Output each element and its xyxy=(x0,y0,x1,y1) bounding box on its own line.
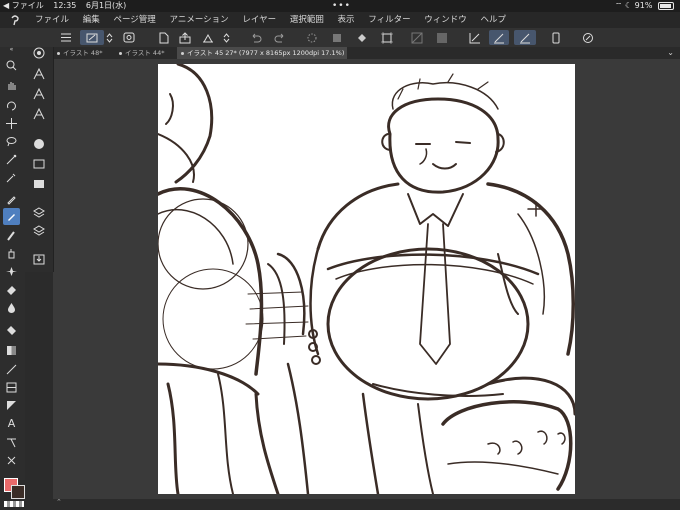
tab-close-icon[interactable] xyxy=(119,52,122,55)
transform-icon[interactable] xyxy=(378,30,396,45)
sub-tool-palette xyxy=(25,47,54,272)
upload-icon[interactable] xyxy=(221,30,231,45)
eraser-icon[interactable] xyxy=(3,281,20,298)
brush-icon[interactable] xyxy=(3,227,20,244)
menu-icon[interactable] xyxy=(57,30,75,45)
magic-wand-icon[interactable] xyxy=(3,151,20,168)
eyedropper-icon[interactable] xyxy=(3,169,20,186)
frame-icon[interactable] xyxy=(3,379,20,396)
sub-tool-frame-icon[interactable] xyxy=(30,175,47,192)
selection-icon[interactable] xyxy=(433,30,451,45)
ruler-icon[interactable] xyxy=(3,397,20,414)
multitask-dots-icon[interactable]: ••• xyxy=(332,0,351,12)
drawing-canvas[interactable] xyxy=(158,64,575,494)
command-bar xyxy=(0,28,680,48)
menu-window[interactable]: ウィンドウ xyxy=(424,15,467,25)
pen-pressure-icon[interactable] xyxy=(489,30,509,45)
sub-tool-layer-icon[interactable] xyxy=(30,155,47,172)
figure-icon[interactable] xyxy=(3,361,20,378)
export-icon[interactable] xyxy=(176,30,194,45)
brush-settings-icon[interactable] xyxy=(80,30,104,45)
crop-icon[interactable] xyxy=(328,30,346,45)
menu-selection[interactable]: 選択範囲 xyxy=(290,15,324,25)
clear-icon[interactable] xyxy=(408,30,426,45)
menu-page[interactable]: ページ管理 xyxy=(113,15,155,25)
menu-filter[interactable]: フィルター xyxy=(368,15,410,25)
stepper-icon[interactable] xyxy=(104,30,114,45)
tab-close-icon[interactable] xyxy=(181,52,184,55)
loading-icon[interactable] xyxy=(303,30,321,45)
text-icon[interactable]: A xyxy=(3,415,20,432)
sub-tool-layers-icon[interactable] xyxy=(30,222,47,239)
correct-line-icon[interactable] xyxy=(3,452,20,469)
tab-illust-45[interactable]: イラスト 45 27* (7977 x 8165px 1200dpi 17.1%… xyxy=(177,47,347,59)
menu-edit[interactable]: 編集 xyxy=(83,15,100,25)
sub-tool-active-icon[interactable] xyxy=(30,44,47,61)
battery-level xyxy=(660,3,671,8)
document-tabs: イラスト 48* イラスト 44* イラスト 45 27* (7977 x 81… xyxy=(53,47,680,59)
expand-icon[interactable]: ⌃ xyxy=(56,498,62,506)
gradient-icon[interactable] xyxy=(3,342,20,359)
sketch-illustration xyxy=(158,64,575,494)
sub-tool-pen-b-icon[interactable] xyxy=(30,85,47,102)
blend-icon[interactable] xyxy=(3,263,20,280)
wifi-icon: ⌔ xyxy=(614,1,623,10)
sub-tool-import-icon[interactable] xyxy=(30,250,47,267)
redo-icon[interactable] xyxy=(271,30,289,45)
pen-icon[interactable] xyxy=(514,30,536,45)
moon-icon: ☾ xyxy=(624,1,633,10)
tabs-dropdown-icon[interactable]: ⌄ xyxy=(667,47,674,59)
bottom-bar: ⌃ xyxy=(53,498,680,510)
date: 6月1日(水) xyxy=(85,1,127,10)
transparent-color-swatch[interactable] xyxy=(4,501,24,507)
menu-layer[interactable]: レイヤー xyxy=(242,15,276,25)
fill-bucket-icon[interactable] xyxy=(3,322,20,339)
rotate-view-icon[interactable] xyxy=(3,97,20,114)
clock: 12:35 xyxy=(53,1,77,10)
sub-tool-pen-a-icon[interactable] xyxy=(30,65,47,82)
sub-tool-circle-icon[interactable] xyxy=(30,135,47,152)
smartphone-icon[interactable] xyxy=(547,30,565,45)
menu-help[interactable]: ヘルプ xyxy=(481,15,507,25)
sub-color-swatch[interactable] xyxy=(11,485,25,499)
status-bar: ◀ ファイル 12:35 6月1日(水) ••• ⌔ ☾ 91% xyxy=(0,0,680,12)
undo-icon[interactable] xyxy=(247,30,265,45)
airbrush-icon[interactable] xyxy=(3,245,20,262)
balloon-icon[interactable] xyxy=(3,434,20,451)
menu-animation[interactable]: アニメーション xyxy=(169,15,228,25)
pen-icon[interactable] xyxy=(3,191,20,208)
back-to-app-link[interactable]: ◀ ファイル xyxy=(3,1,44,10)
new-canvas-icon[interactable] xyxy=(155,30,173,45)
tool-palette: « A xyxy=(0,46,25,480)
battery-percent: 91% xyxy=(634,1,653,10)
menu-view[interactable]: 表示 xyxy=(338,15,355,25)
fill-icon[interactable] xyxy=(3,299,20,316)
save-icon[interactable] xyxy=(199,30,217,45)
view-icon[interactable] xyxy=(120,30,138,45)
pencil-icon[interactable] xyxy=(3,208,20,225)
menu-file[interactable]: ファイル xyxy=(35,15,69,25)
sub-tool-stack-icon[interactable] xyxy=(30,204,47,221)
move-icon[interactable] xyxy=(3,115,20,132)
app-logo-icon[interactable] xyxy=(9,14,21,26)
rotate-icon[interactable] xyxy=(579,30,597,45)
menu-bar: ファイル 編集 ページ管理 アニメーション レイヤー 選択範囲 表示 フィルター… xyxy=(0,12,680,28)
tab-close-icon[interactable] xyxy=(57,52,60,55)
zoom-icon[interactable] xyxy=(3,57,20,74)
battery-icon xyxy=(658,1,674,10)
hand-icon[interactable] xyxy=(3,77,20,94)
collapse-icon[interactable]: « xyxy=(3,41,20,58)
fill-icon[interactable] xyxy=(353,30,371,45)
lasso-icon[interactable] xyxy=(3,133,20,150)
ruler-icon[interactable] xyxy=(466,30,484,45)
sub-tool-pen-c-icon[interactable] xyxy=(30,105,47,122)
